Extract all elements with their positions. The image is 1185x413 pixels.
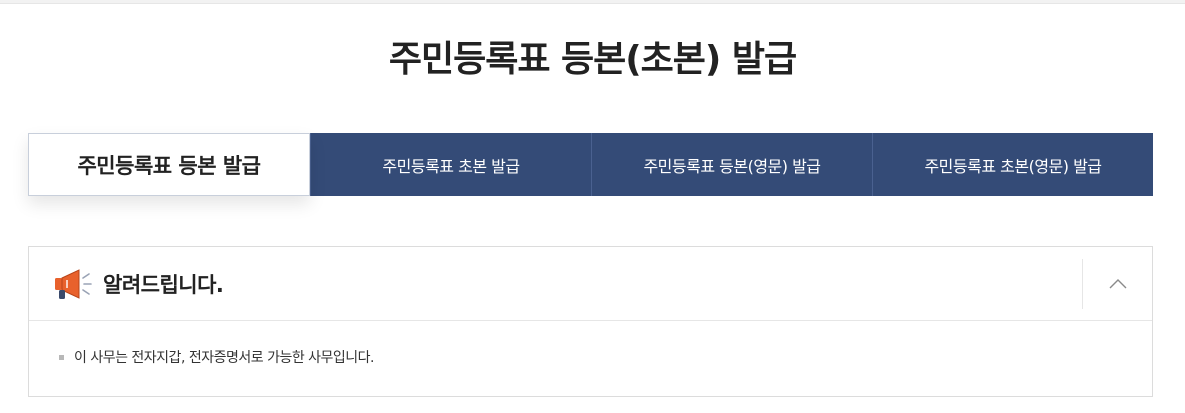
tab-certified-copy-english[interactable]: 주민등록표 등본(영문) 발급	[591, 133, 872, 196]
notice-toggle-button[interactable]	[1082, 259, 1152, 309]
tab-abstract[interactable]: 주민등록표 초본 발급	[310, 133, 591, 196]
notice-body: 이 사무는 전자지갑, 전자증명서로 가능한 사무입니다.	[29, 321, 1152, 367]
megaphone-icon	[53, 266, 95, 302]
tab-certified-copy[interactable]: 주민등록표 등본 발급	[28, 133, 310, 196]
notice-header: 알려드립니다.	[29, 247, 1152, 321]
bullet-icon	[59, 354, 64, 360]
chevron-up-icon	[1109, 279, 1126, 289]
tab-abstract-english[interactable]: 주민등록표 초본(영문) 발급	[872, 133, 1153, 196]
top-divider	[0, 0, 1185, 4]
notice-title: 알려드립니다.	[103, 272, 224, 297]
notice-item: 이 사무는 전자지갑, 전자증명서로 가능한 사무입니다.	[74, 350, 375, 366]
tab-bar: 주민등록표 등본 발급 주민등록표 초본 발급 주민등록표 등본(영문) 발급 …	[28, 133, 1153, 196]
notice-panel: 알려드립니다. 이 사무는 전자지갑, 전자증명서로 가능한 사무입니다.	[28, 246, 1153, 397]
page-title: 주민등록표 등본(초본) 발급	[388, 39, 797, 80]
